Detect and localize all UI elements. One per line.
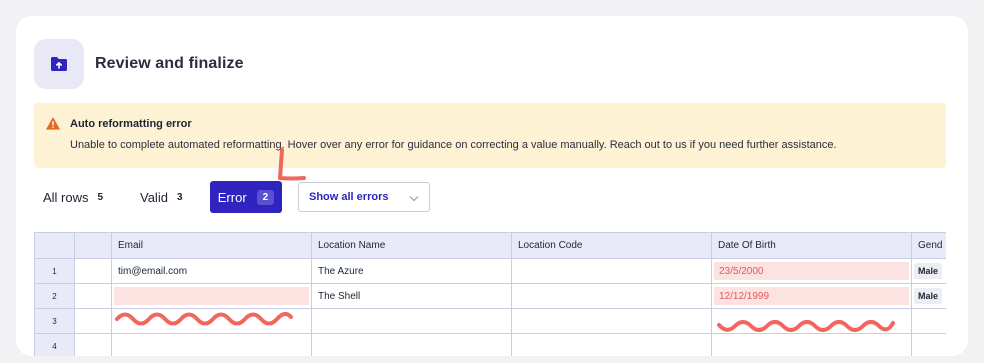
location-code-cell[interactable]	[511, 283, 712, 309]
row-filter-tabs: All rows 5 Valid 3 Error 2	[16, 181, 968, 213]
row-number: 1	[34, 258, 75, 284]
column-header-location-name[interactable]: Location Name	[311, 232, 512, 259]
table-row: 2 The Shell 12/12/1999 Male	[34, 283, 946, 309]
gender-cell[interactable]	[911, 308, 946, 334]
tab-count: 3	[176, 191, 183, 203]
row-number: 3	[34, 308, 75, 334]
gender-cell[interactable]: Male	[911, 283, 946, 309]
tab-error[interactable]: Error 2	[210, 181, 282, 213]
gender-cell[interactable]: Male	[911, 258, 946, 284]
date-of-birth-cell[interactable]	[711, 333, 912, 356]
review-card: Review and finalize Auto reformatting er…	[16, 16, 968, 356]
column-header-email[interactable]: Email	[111, 232, 312, 259]
row-number: 2	[34, 283, 75, 309]
grid-corner-cell	[34, 232, 75, 259]
grid-header-row: Email Location Name Location Code Date O…	[34, 232, 946, 259]
grid-select-header	[74, 232, 112, 259]
table-row: 3	[34, 308, 946, 334]
row-select-cell[interactable]	[74, 308, 112, 334]
warning-icon	[46, 117, 60, 135]
location-name-cell[interactable]: The Azure	[311, 258, 512, 284]
tab-valid[interactable]: Valid 3	[140, 181, 183, 213]
error-value	[114, 287, 309, 305]
tab-count: 2	[256, 189, 275, 205]
data-grid: Email Location Name Location Code Date O…	[34, 232, 946, 356]
column-header-gender[interactable]: Gend	[911, 232, 946, 259]
tab-label: Error	[217, 189, 247, 205]
location-name-cell[interactable]: The Shell	[311, 283, 512, 309]
column-header-date-of-birth[interactable]: Date Of Birth	[711, 232, 912, 259]
location-code-cell[interactable]	[511, 258, 712, 284]
date-of-birth-cell[interactable]: 12/12/1999	[711, 283, 912, 309]
page-title: Review and finalize	[95, 55, 244, 72]
email-cell[interactable]	[111, 333, 312, 356]
error-value: 12/12/1999	[714, 287, 909, 305]
tab-label: All rows	[43, 189, 89, 205]
error-filter-select[interactable]: Show all errors	[298, 182, 430, 212]
alert-title: Auto reformatting error	[70, 118, 192, 130]
location-name-cell[interactable]	[311, 333, 512, 356]
gender-chip: Male	[914, 263, 943, 279]
email-cell[interactable]	[111, 283, 312, 309]
gender-cell[interactable]	[911, 333, 946, 356]
alert-message: Unable to complete automated reformattin…	[70, 139, 837, 151]
location-name-cell[interactable]	[311, 308, 512, 334]
reformatting-error-alert: Auto reformatting error Unable to comple…	[34, 103, 946, 168]
location-code-cell[interactable]	[511, 308, 712, 334]
location-code-cell[interactable]	[511, 333, 712, 356]
tab-all-rows[interactable]: All rows 5	[43, 181, 103, 213]
email-cell[interactable]: tim@email.com	[111, 258, 312, 284]
email-cell[interactable]	[111, 308, 312, 334]
row-select-cell[interactable]	[74, 258, 112, 284]
row-select-cell[interactable]	[74, 283, 112, 309]
gender-chip: Male	[914, 288, 943, 304]
table-row: 4	[34, 333, 946, 356]
row-number: 4	[34, 333, 75, 356]
row-select-cell[interactable]	[74, 333, 112, 356]
select-value: Show all errors	[309, 191, 389, 203]
date-of-birth-cell[interactable]: 23/5/2000	[711, 258, 912, 284]
page-header: Review and finalize	[34, 39, 244, 89]
column-header-location-code[interactable]: Location Code	[511, 232, 712, 259]
table-row: 1 tim@email.com The Azure 23/5/2000 Male	[34, 258, 946, 284]
tab-count: 5	[97, 191, 104, 203]
date-of-birth-cell[interactable]	[711, 308, 912, 334]
tab-label: Valid	[140, 189, 168, 205]
folder-upload-icon	[34, 39, 84, 89]
chevron-down-icon	[409, 193, 419, 205]
error-value: 23/5/2000	[714, 262, 909, 280]
